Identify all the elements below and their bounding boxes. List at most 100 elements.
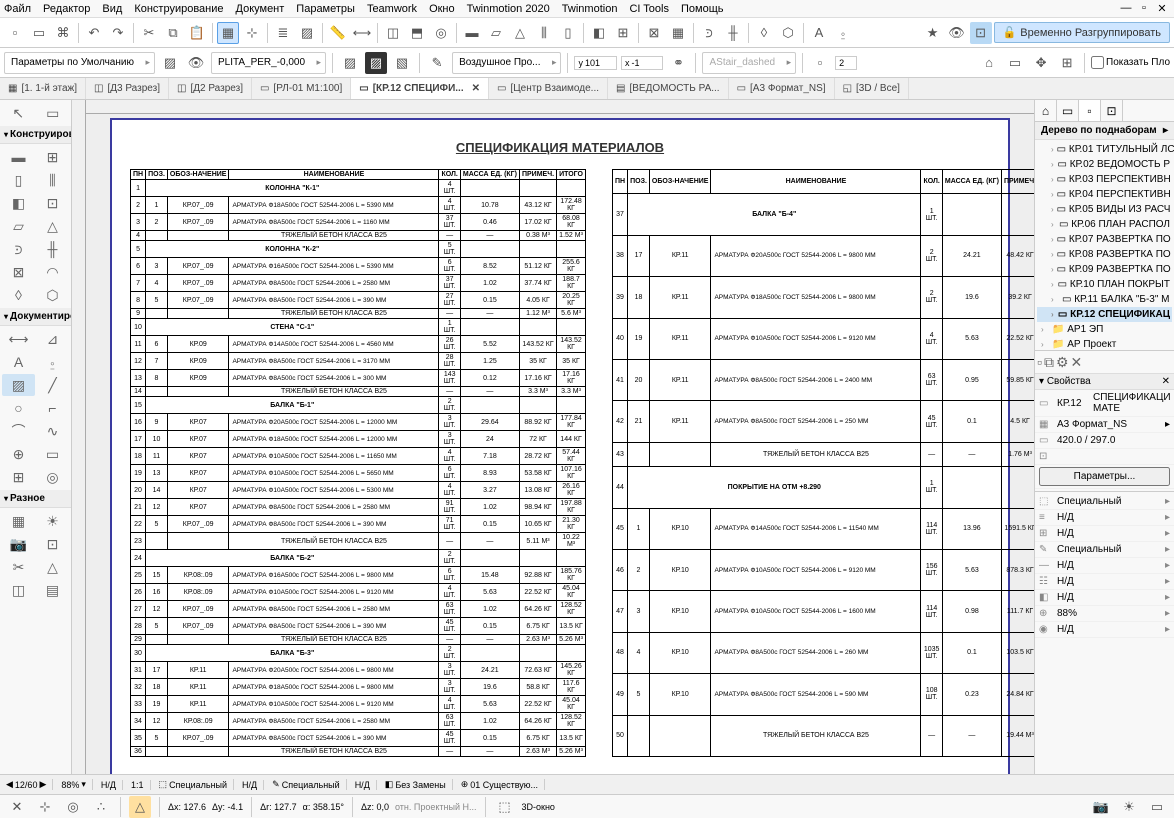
- beam-icon[interactable]: ⫼: [533, 22, 555, 44]
- grid-tool-icon[interactable]: ▦: [2, 510, 35, 532]
- fill-tool-icon[interactable]: ▨: [2, 374, 35, 396]
- menu-options[interactable]: Параметры: [296, 3, 355, 15]
- poly-tool-icon[interactable]: ⌐: [36, 397, 69, 419]
- tree-folder[interactable]: ›📁 АР Проект: [1037, 337, 1172, 350]
- eye-icon[interactable]: 👁: [946, 22, 968, 44]
- spline-tool-icon[interactable]: ∿: [36, 420, 69, 442]
- menu-document[interactable]: Документ: [236, 3, 285, 15]
- menu-teamwork[interactable]: Teamwork: [367, 3, 417, 15]
- page-fwd-icon[interactable]: ▶: [39, 779, 46, 790]
- prop-row[interactable]: ⊞Н/Д▸: [1035, 526, 1174, 542]
- view3d-icon[interactable]: ⬚: [494, 796, 516, 818]
- arrow-tool-icon[interactable]: ↖: [2, 102, 35, 124]
- show-checkbox[interactable]: Показать Пло: [1091, 56, 1170, 69]
- text-tool-icon[interactable]: A: [2, 351, 35, 373]
- fill2-icon[interactable]: ▨: [365, 52, 387, 74]
- level-tool-icon[interactable]: ⊿: [36, 328, 69, 350]
- prop-row[interactable]: ☷Н/Д▸: [1035, 574, 1174, 590]
- layer-eye-icon[interactable]: 👁: [185, 52, 207, 74]
- tree-item[interactable]: ›▭ КР.09 РАЗВЕРТКА ПО: [1037, 262, 1172, 277]
- shell-tool-icon[interactable]: ◠: [36, 261, 69, 283]
- origin-icon[interactable]: △: [129, 796, 151, 818]
- drawing-tool-icon[interactable]: ⊞: [2, 466, 35, 488]
- tree-item[interactable]: ›▭ КР.03 ПЕРСПЕКТИВН: [1037, 172, 1172, 187]
- snap3-icon[interactable]: ◎: [62, 796, 84, 818]
- page-back-icon[interactable]: ◀: [6, 779, 13, 790]
- new-icon[interactable]: ▫: [4, 22, 26, 44]
- paste-icon[interactable]: 📋: [186, 22, 208, 44]
- mesh-tool-icon[interactable]: ⊠: [2, 261, 35, 283]
- defaults-dropdown[interactable]: Параметры по Умолчанию: [4, 52, 155, 74]
- view-tab[interactable]: ▭[КР.12 СПЕЦИФИ... ✕: [351, 78, 489, 99]
- cut-icon[interactable]: ✂: [138, 22, 160, 44]
- pen-icon[interactable]: ✎: [426, 52, 448, 74]
- tree-folder[interactable]: ›📁 АР1 ЭП: [1037, 322, 1172, 337]
- menu-edit[interactable]: Редактор: [43, 3, 90, 15]
- stair-tool-icon[interactable]: ⪾: [2, 238, 35, 260]
- roof-icon[interactable]: △: [509, 22, 531, 44]
- door-tool-icon[interactable]: ◧: [2, 192, 35, 214]
- change-tool-icon[interactable]: ◎: [36, 466, 69, 488]
- group-icon[interactable]: ⊡: [970, 22, 992, 44]
- tree-item[interactable]: ›▭ КР.10 ПЛАН ПОКРЫТ: [1037, 277, 1172, 292]
- snap-icon[interactable]: ⊹: [241, 22, 263, 44]
- column-tool-icon[interactable]: ▯: [2, 169, 35, 191]
- y-input[interactable]: [585, 58, 613, 68]
- elev-icon[interactable]: ⬒: [406, 22, 428, 44]
- zone-tool-icon[interactable]: ⊡: [36, 533, 69, 555]
- view-tab[interactable]: ◫[Д3 Разрез]: [86, 78, 169, 99]
- star-icon[interactable]: ★: [922, 22, 944, 44]
- ie-tool-icon[interactable]: ◫: [2, 579, 35, 601]
- layers-icon[interactable]: ≣: [272, 22, 294, 44]
- maximize-icon[interactable]: ▫: [1136, 2, 1152, 15]
- morph-tool-icon[interactable]: ◊: [2, 284, 35, 306]
- tree-item[interactable]: ›▭ КР.02 ВЕДОМОСТЬ Р: [1037, 157, 1172, 172]
- tree-item[interactable]: ›▭ КР.12 СПЕЦИФИКАЦ: [1037, 307, 1172, 322]
- layer-dropdown[interactable]: PLITA_PER_-0,000: [211, 52, 326, 74]
- morph-icon[interactable]: ◊: [753, 22, 775, 44]
- menu-design[interactable]: Конструирование: [134, 3, 223, 15]
- props-close-icon[interactable]: ✕: [1162, 376, 1170, 387]
- wall-icon[interactable]: ▬: [461, 22, 483, 44]
- fill3-icon[interactable]: ▧: [391, 52, 413, 74]
- zoom-dd-icon[interactable]: ▾: [81, 779, 86, 790]
- drawing-canvas[interactable]: СПЕЦИФИКАЦИЯ МАТЕРИАЛОВ ПНПОЗ.ОБОЗ-НАЧЕН…: [86, 114, 1034, 774]
- rail-icon[interactable]: ╫: [722, 22, 744, 44]
- cam-icon[interactable]: 📷: [1090, 796, 1112, 818]
- lamp-tool-icon[interactable]: ☀: [36, 510, 69, 532]
- axis-icon[interactable]: ✥: [1030, 52, 1052, 74]
- dim-icon[interactable]: ⟷: [351, 22, 373, 44]
- view-tab[interactable]: ▭[Центр Взаимоде...: [489, 78, 608, 99]
- menu-tm2020[interactable]: Twinmotion 2020: [467, 3, 550, 15]
- figure-tool-icon[interactable]: ▭: [36, 443, 69, 465]
- dim-tool-icon[interactable]: ⟷: [2, 328, 35, 350]
- num-icon[interactable]: ▫: [809, 52, 831, 74]
- section-tool-icon[interactable]: ✂: [2, 556, 35, 578]
- wall-tool-icon[interactable]: ▬: [2, 146, 35, 168]
- xref-icon[interactable]: ⊞: [1056, 52, 1078, 74]
- elev-tool-icon[interactable]: △: [36, 556, 69, 578]
- line-tool-icon[interactable]: ╱: [36, 374, 69, 396]
- camera-tool-icon[interactable]: 📷: [2, 533, 35, 555]
- detail-icon[interactable]: ◎: [430, 22, 452, 44]
- object-tool-icon[interactable]: ⬡: [36, 284, 69, 306]
- stair-icon[interactable]: ⪾: [698, 22, 720, 44]
- fill-icon[interactable]: ▨: [296, 22, 318, 44]
- tree-item[interactable]: ›▭ КР.05 ВИДЫ ИЗ РАСЧ: [1037, 202, 1172, 217]
- curtain-tool-icon[interactable]: ⊞: [36, 146, 69, 168]
- grid-icon[interactable]: ▦: [217, 22, 239, 44]
- prop-row[interactable]: —Н/Д▸: [1035, 558, 1174, 574]
- section-icon[interactable]: ◫: [382, 22, 404, 44]
- view-tab[interactable]: ▭[А3 Формат_NS]: [729, 78, 835, 99]
- prop-row[interactable]: ✎Специальный▸: [1035, 542, 1174, 558]
- text-icon[interactable]: A: [808, 22, 830, 44]
- x-input[interactable]: [631, 58, 659, 68]
- door-icon[interactable]: ◧: [588, 22, 610, 44]
- menu-window[interactable]: Окно: [429, 3, 455, 15]
- measure-icon[interactable]: 📏: [327, 22, 349, 44]
- window-tool2-icon[interactable]: ⊡: [36, 192, 69, 214]
- nav-tab-pub[interactable]: ⊡: [1101, 100, 1123, 121]
- marquee-tool-icon[interactable]: ▭: [37, 102, 70, 124]
- air-dropdown[interactable]: Воздушное Про...: [452, 52, 561, 74]
- undo-icon[interactable]: ↶: [83, 22, 105, 44]
